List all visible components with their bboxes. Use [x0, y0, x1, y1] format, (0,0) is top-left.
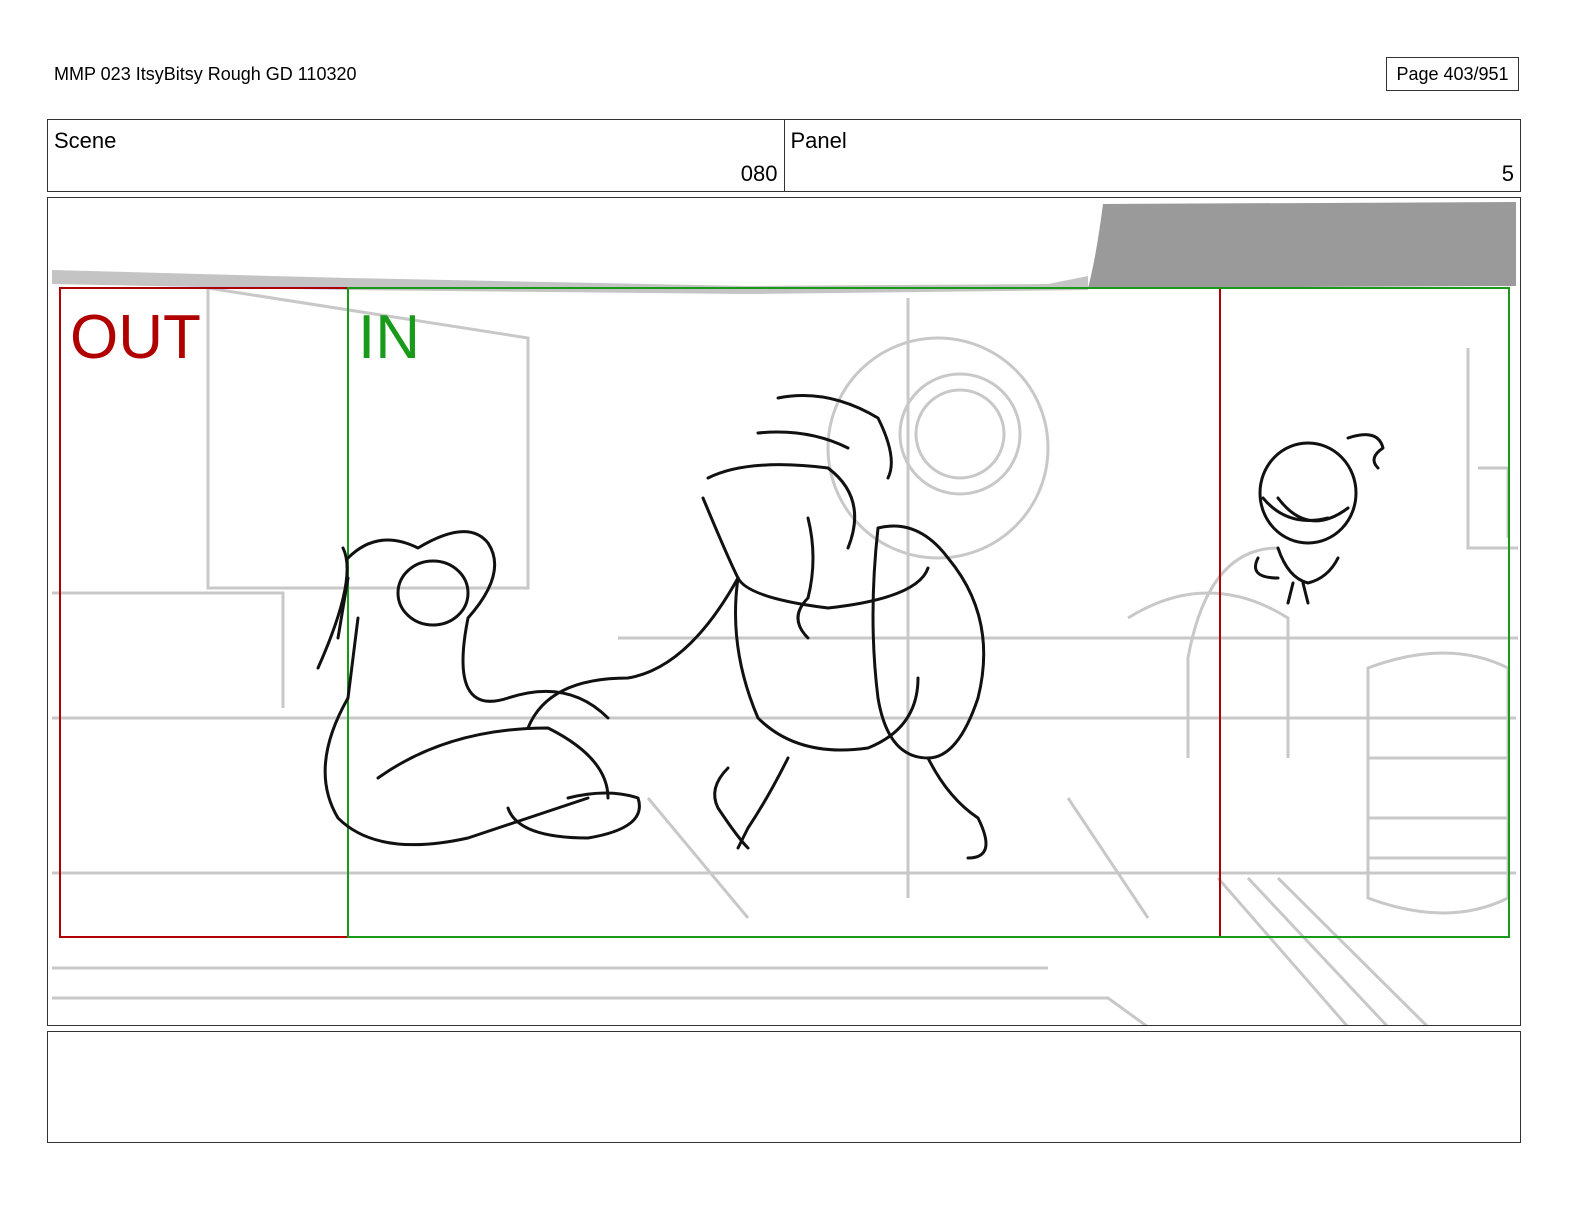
in-frame [347, 287, 1510, 938]
scene-number: 080 [740, 161, 778, 186]
character-sketches [316, 394, 1385, 860]
storyboard-frame: OUT IN [47, 197, 1521, 1026]
notes-box [47, 1031, 1521, 1143]
out-frame [59, 287, 1221, 938]
document-title: MMP 023 ItsyBitsy Rough GD 110320 [54, 64, 357, 84]
storyboard-drawing: OUT IN [52, 202, 1518, 1025]
scene-panel-header: Scene 080 Panel 5 [47, 119, 1521, 192]
scene-cell: Scene 080 [48, 120, 784, 191]
page-number-box: Page 403/951 [1386, 57, 1519, 91]
ceiling-shape [1088, 202, 1516, 288]
panel-cell: Panel 5 [783, 120, 1521, 191]
panel-label: Panel [790, 128, 847, 153]
panel-number: 5 [1501, 161, 1514, 186]
in-label: IN [358, 303, 420, 372]
out-label: OUT [70, 303, 201, 372]
scene-label: Scene [54, 128, 117, 153]
background-lineart [52, 286, 1518, 1025]
